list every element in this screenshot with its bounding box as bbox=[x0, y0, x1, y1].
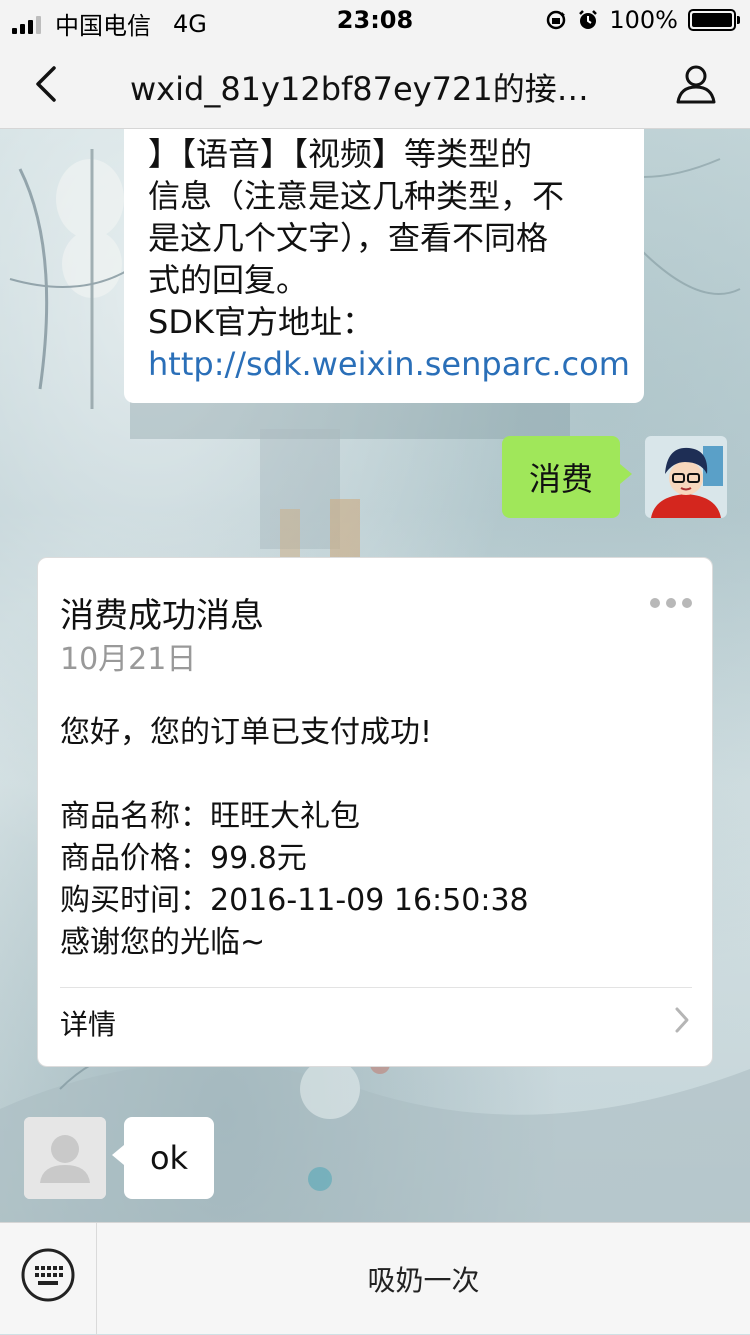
message-line: 式的回复。 bbox=[148, 261, 309, 299]
message-line: 是这几个文字），查看不同格 bbox=[148, 219, 549, 257]
chevron-right-icon[interactable] bbox=[674, 1006, 690, 1034]
card-greeting: 您好，您的订单已支付成功! bbox=[60, 715, 433, 750]
message-bubble-incoming[interactable]: ok bbox=[112, 1117, 214, 1199]
my-avatar[interactable] bbox=[645, 436, 727, 518]
custom-menu-button[interactable]: 吸奶一次 bbox=[97, 1223, 750, 1335]
keyboard-icon[interactable] bbox=[20, 1247, 76, 1303]
chat-area[interactable]: 】【语音】【视频】等类型的 信息（注意是这几种类型，不 是这几个文字），查看不同… bbox=[0, 129, 750, 1222]
battery-fill bbox=[692, 13, 732, 27]
message-bubble-outgoing[interactable]: 消费 bbox=[502, 436, 632, 518]
message-text: 消费 bbox=[528, 460, 593, 498]
card-product-name: 商品名称：旺旺大礼包 bbox=[60, 799, 360, 834]
message-line: 】【语音】【视频】等类型的 bbox=[148, 135, 533, 173]
battery-icon bbox=[688, 9, 740, 31]
card-date: 10月21日 bbox=[60, 642, 197, 677]
card-detail-link[interactable]: 详情 bbox=[60, 1003, 116, 1043]
status-bar: 中国电信 4G 23:08 100% bbox=[0, 0, 750, 40]
status-right: 100% bbox=[545, 6, 740, 34]
alarm-icon bbox=[579, 10, 598, 29]
chevron-left-icon[interactable] bbox=[30, 62, 70, 106]
message-line: 信息（注意是这几种类型，不 bbox=[148, 177, 565, 215]
card-thanks: 感谢您的光临~ bbox=[60, 925, 266, 960]
bottom-bar: 吸奶一次 bbox=[0, 1222, 750, 1335]
battery-percent: 100% bbox=[609, 6, 678, 34]
more-icon[interactable] bbox=[650, 598, 692, 608]
card-title: 消费成功消息 bbox=[60, 596, 264, 636]
card-product-price: 商品价格：99.8元 bbox=[60, 841, 307, 876]
card-body: 您好，您的订单已支付成功! 商品名称：旺旺大礼包 商品价格：99.8元 购买时间… bbox=[60, 712, 529, 964]
message-line: SDK官方地址： bbox=[148, 303, 374, 341]
sdk-link[interactable]: http://sdk.weixin.senparc.com bbox=[148, 345, 630, 383]
contact-avatar[interactable] bbox=[24, 1117, 106, 1199]
message-bubble-incoming[interactable]: 】【语音】【视频】等类型的 信息（注意是这几种类型，不 是这几个文字），查看不同… bbox=[124, 129, 644, 403]
card-purchase-time: 购买时间：2016-11-09 16:50:38 bbox=[60, 883, 529, 918]
message-text: ok bbox=[149, 1139, 189, 1177]
menu-label: 吸奶一次 bbox=[367, 1264, 480, 1297]
person-icon[interactable] bbox=[674, 62, 718, 106]
chat-title: wxid_81y12bf87ey721的接口… bbox=[130, 70, 620, 108]
nav-bar: wxid_81y12bf87ey721的接口… bbox=[0, 40, 750, 129]
rotation-lock-icon bbox=[547, 10, 566, 30]
template-message-card[interactable]: 消费成功消息 10月21日 您好，您的订单已支付成功! 商品名称：旺旺大礼包 商… bbox=[37, 557, 713, 1067]
divider bbox=[60, 987, 692, 988]
